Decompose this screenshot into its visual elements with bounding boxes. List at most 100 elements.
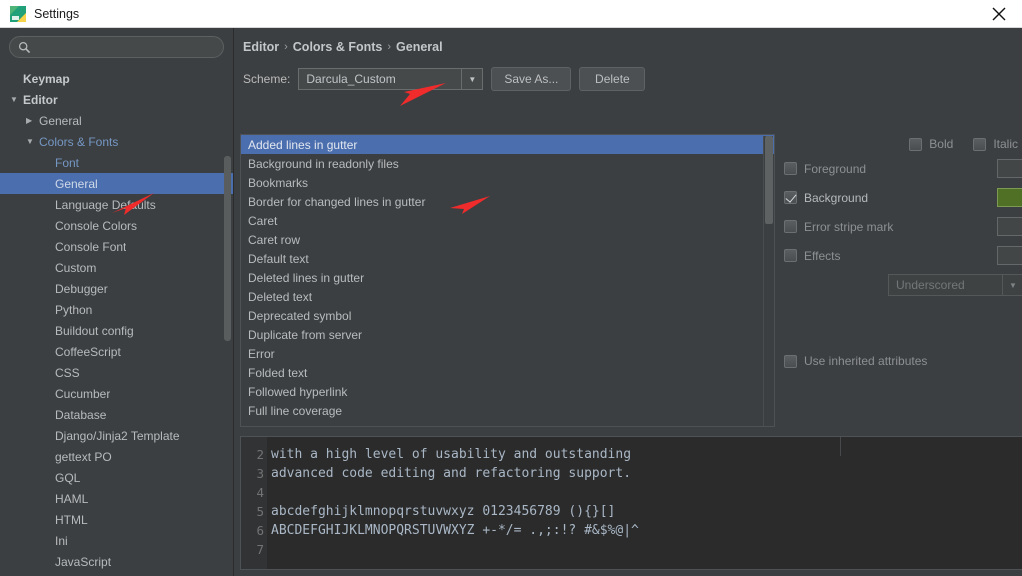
tree-spacer: • xyxy=(42,285,53,293)
chevron-right-icon[interactable]: ▶ xyxy=(26,116,37,125)
sidebar-item-database[interactable]: •Database xyxy=(0,404,233,425)
attributes-scrollbar[interactable] xyxy=(763,136,773,426)
use-inherited-attributes-checkbox[interactable] xyxy=(784,354,797,368)
delete-button[interactable]: Delete xyxy=(579,67,646,91)
option-row-background[interactable]: Background xyxy=(784,183,1022,212)
attribute-list-item[interactable]: Border for changed lines in gutter xyxy=(241,192,774,211)
sidebar-item-gql[interactable]: •GQL xyxy=(0,467,233,488)
code-line: abcdefghijklmnopqrstuvwxyz 0123456789 ()… xyxy=(271,504,616,519)
search-box[interactable] xyxy=(9,36,224,58)
attribute-list-item[interactable]: Background in readonly files xyxy=(241,154,774,173)
color-swatch[interactable] xyxy=(997,246,1022,265)
sidebar-item-label: General xyxy=(55,176,98,191)
sidebar-item-gettext-po[interactable]: •gettext PO xyxy=(0,446,233,467)
option-row-error-stripe-mark[interactable]: Error stripe mark xyxy=(784,212,1022,241)
attributes-scrollbar-thumb[interactable] xyxy=(765,136,773,224)
color-swatch[interactable] xyxy=(997,188,1022,207)
sidebar-item-label: JavaScript xyxy=(55,554,112,569)
search-input[interactable] xyxy=(35,40,215,54)
attribute-list-item[interactable]: Folded text xyxy=(241,363,774,382)
option-label: Error stripe mark xyxy=(804,219,894,234)
attribute-list-item[interactable]: Caret row xyxy=(241,230,774,249)
chevron-down-icon[interactable]: ▼ xyxy=(1002,275,1022,295)
sidebar-item-font[interactable]: •Font xyxy=(0,152,233,173)
save-as-button[interactable]: Save As... xyxy=(491,67,572,91)
sidebar-item-label: Python xyxy=(55,302,93,317)
attribute-list-item[interactable]: Added lines in gutter xyxy=(241,135,774,154)
tree-spacer: • xyxy=(42,558,53,566)
sidebar-item-general[interactable]: •General xyxy=(0,173,233,194)
foreground-checkbox[interactable] xyxy=(784,162,797,175)
line-number: 7 xyxy=(256,542,264,557)
attribute-list-item[interactable]: Deleted text xyxy=(241,287,774,306)
attribute-list-item[interactable]: Error xyxy=(241,344,774,363)
sidebar-item-css[interactable]: •CSS xyxy=(0,362,233,383)
sidebar-item-debugger[interactable]: •Debugger xyxy=(0,278,233,299)
attribute-list-item[interactable]: Bookmarks xyxy=(241,173,774,192)
scheme-combobox[interactable]: Darcula_Custom ▼ xyxy=(298,68,484,90)
preview-code-text[interactable]: with a high level of usability and outst… xyxy=(267,437,1022,569)
attribute-list-item[interactable]: Caret xyxy=(241,211,774,230)
breadcrumb-part: Editor xyxy=(243,40,280,54)
sidebar-item-label: Console Colors xyxy=(55,218,138,233)
effects-checkbox[interactable] xyxy=(784,249,797,262)
use-inherited-attributes-option[interactable]: Use inherited attributes xyxy=(784,354,1022,368)
effect-type-combobox[interactable]: Underscored ▼ xyxy=(888,274,1022,296)
sidebar-item-buildout-config[interactable]: •Buildout config xyxy=(0,320,233,341)
sidebar-item-python[interactable]: •Python xyxy=(0,299,233,320)
sidebar-item-keymap[interactable]: •Keymap xyxy=(0,68,233,89)
preview-line-numbers: 2 3 4 5 6 7 xyxy=(241,437,267,569)
sidebar-item-label: GQL xyxy=(55,470,81,485)
option-row-foreground[interactable]: Foreground xyxy=(784,154,1022,183)
error-stripe-mark-checkbox[interactable] xyxy=(784,220,797,233)
attribute-list-item[interactable]: Default text xyxy=(241,249,774,268)
italic-option[interactable]: Italic xyxy=(973,137,1018,151)
line-number: 4 xyxy=(256,485,264,500)
sidebar-item-html[interactable]: •HTML xyxy=(0,509,233,530)
sidebar-item-console-colors[interactable]: •Console Colors xyxy=(0,215,233,236)
chevron-down-icon[interactable]: ▼ xyxy=(461,69,482,89)
scheme-row: Scheme: Darcula_Custom ▼ Save As... Dele… xyxy=(234,54,1022,91)
attribute-list-item[interactable]: Full line coverage xyxy=(241,401,774,420)
sidebar-item-editor[interactable]: ▼ Editor xyxy=(0,89,233,110)
color-attributes-list[interactable]: Added lines in gutter Background in reado… xyxy=(240,134,775,427)
attribute-list-item[interactable]: Followed hyperlink xyxy=(241,382,774,401)
attribute-list-item[interactable]: Deleted lines in gutter xyxy=(241,268,774,287)
code-line: with a high level of usability and outst… xyxy=(271,447,632,462)
breadcrumb-separator: › xyxy=(284,41,288,53)
attribute-list-item[interactable]: Deprecated symbol xyxy=(241,306,774,325)
italic-checkbox[interactable] xyxy=(973,137,987,151)
sidebar-scrollbar[interactable] xyxy=(224,156,231,341)
sidebar-item-haml[interactable]: •HAML xyxy=(0,488,233,509)
sidebar-item-ini[interactable]: •Ini xyxy=(0,530,233,551)
color-swatch[interactable] xyxy=(997,217,1022,236)
sidebar-item-custom[interactable]: •Custom xyxy=(0,257,233,278)
tree-spacer: • xyxy=(42,432,53,440)
tree-spacer: • xyxy=(42,222,53,230)
sidebar-item-console-font[interactable]: •Console Font xyxy=(0,236,233,257)
bold-checkbox[interactable] xyxy=(909,137,923,151)
chevron-down-icon[interactable]: ▼ xyxy=(10,95,21,104)
italic-label: Italic xyxy=(993,137,1018,151)
color-swatch[interactable] xyxy=(997,159,1022,178)
sidebar-item-language-defaults[interactable]: •Language Defaults xyxy=(0,194,233,215)
attribute-list-item[interactable]: Duplicate from server xyxy=(241,325,774,344)
attribute-rows: Added lines in gutter Background in reado… xyxy=(241,135,774,420)
pycharm-icon xyxy=(10,5,26,22)
bold-option[interactable]: Bold xyxy=(909,137,953,151)
sidebar-item-django-jinja2-template[interactable]: •Django/Jinja2 Template xyxy=(0,425,233,446)
sidebar-item-general[interactable]: ▶ General xyxy=(0,110,233,131)
code-preview[interactable]: 2 3 4 5 6 7 with a high level of usability an… xyxy=(240,436,1022,570)
option-row-effects[interactable]: Effects xyxy=(784,241,1022,270)
sidebar-item-cucumber[interactable]: •Cucumber xyxy=(0,383,233,404)
sidebar-item-label: CSS xyxy=(55,365,80,380)
sidebar-item-colors-fonts[interactable]: ▼ Colors & Fonts xyxy=(0,131,233,152)
sidebar-item-coffeescript[interactable]: •CoffeeScript xyxy=(0,341,233,362)
background-checkbox[interactable] xyxy=(784,191,797,204)
breadcrumb-part: General xyxy=(396,40,443,54)
chevron-down-icon[interactable]: ▼ xyxy=(26,137,37,146)
close-icon[interactable] xyxy=(976,0,1022,28)
sidebar-item-javascript[interactable]: •JavaScript xyxy=(0,551,233,572)
